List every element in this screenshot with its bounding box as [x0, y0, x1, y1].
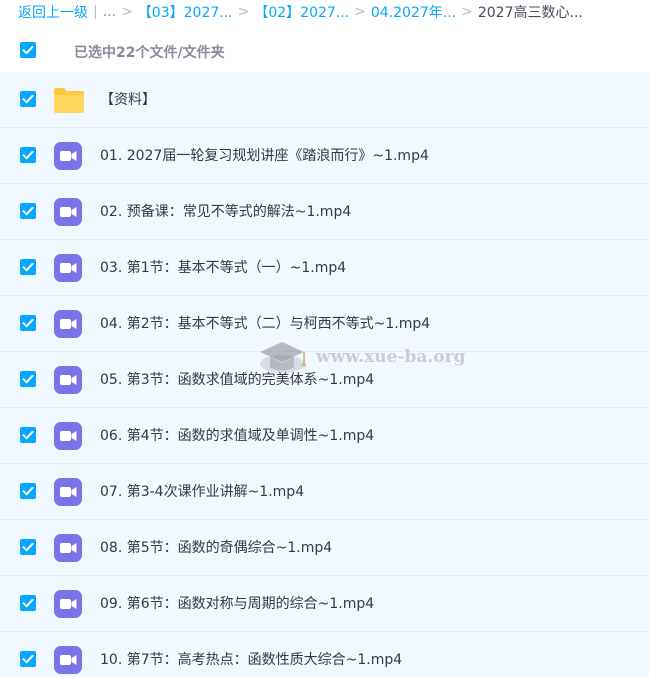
- video-file-icon: [53, 421, 83, 455]
- video-file-icon: [53, 253, 83, 287]
- row-checkbox[interactable]: [20, 539, 36, 555]
- video-file-icon: [53, 533, 83, 567]
- breadcrumb-item[interactable]: 【03】2027...: [138, 2, 233, 22]
- row-checkbox[interactable]: [20, 483, 36, 499]
- video-file-icon: [54, 422, 82, 450]
- file-name[interactable]: 03. 第1节：基本不等式（一）~1.mp4: [100, 257, 346, 277]
- file-row[interactable]: 01. 2027届一轮复习规划讲座《踏浪而行》~1.mp4: [0, 128, 649, 184]
- file-name[interactable]: 01. 2027届一轮复习规划讲座《踏浪而行》~1.mp4: [100, 145, 429, 165]
- video-file-icon: [53, 477, 83, 511]
- breadcrumb-item[interactable]: 【02】2027...: [254, 2, 349, 22]
- checkbox-checked-icon: [22, 45, 34, 55]
- video-file-icon: [53, 645, 83, 677]
- breadcrumb-current: 2027高三数心...: [477, 5, 583, 21]
- row-checkbox[interactable]: [20, 259, 36, 275]
- checkbox-checked-icon: [22, 318, 34, 328]
- file-name[interactable]: 10. 第7节：高考热点：函数性质大综合~1.mp4: [100, 649, 402, 669]
- video-file-icon: [54, 142, 82, 170]
- selection-count-label: 已选中22个文件/文件夹: [74, 45, 225, 61]
- file-name[interactable]: 04. 第2节：基本不等式（二）与柯西不等式~1.mp4: [100, 313, 430, 333]
- file-row[interactable]: 08. 第5节：函数的奇偶综合~1.mp4: [0, 520, 649, 576]
- video-file-icon: [53, 365, 83, 399]
- select-all-checkbox[interactable]: [20, 42, 36, 58]
- file-name[interactable]: 【资料】: [100, 89, 156, 109]
- file-name[interactable]: 06. 第4节：函数的求值域及单调性~1.mp4: [100, 425, 374, 445]
- video-file-icon: [54, 478, 82, 506]
- folder-row[interactable]: 【资料】: [0, 72, 649, 128]
- file-row[interactable]: 04. 第2节：基本不等式（二）与柯西不等式~1.mp4: [0, 296, 649, 352]
- row-checkbox[interactable]: [20, 651, 36, 667]
- file-name[interactable]: 05. 第3节：函数求值域的完美体系~1.mp4: [100, 369, 374, 389]
- checkbox-checked-icon: [22, 486, 34, 496]
- checkbox-checked-icon: [22, 654, 34, 664]
- checkbox-checked-icon: [22, 94, 34, 104]
- row-checkbox[interactable]: [20, 371, 36, 387]
- file-row[interactable]: 02. 预备课：常见不等式的解法~1.mp4: [0, 184, 649, 240]
- file-row[interactable]: 03. 第1节：基本不等式（一）~1.mp4: [0, 240, 649, 296]
- video-file-icon: [54, 590, 82, 618]
- file-row[interactable]: 07. 第3-4次课作业讲解~1.mp4: [0, 464, 649, 520]
- file-manager-page: 返回上一级 | ... > 【03】2027... > 【02】2027... …: [0, 0, 649, 677]
- video-file-icon: [54, 198, 82, 226]
- video-file-icon: [53, 141, 83, 175]
- file-row[interactable]: 10. 第7节：高考热点：函数性质大综合~1.mp4: [0, 632, 649, 677]
- row-checkbox[interactable]: [20, 91, 36, 107]
- selection-bar: 已选中22个文件/文件夹: [0, 30, 649, 72]
- video-file-icon: [54, 254, 82, 282]
- file-name[interactable]: 02. 预备课：常见不等式的解法~1.mp4: [100, 201, 351, 221]
- row-checkbox[interactable]: [20, 427, 36, 443]
- checkbox-checked-icon: [22, 598, 34, 608]
- checkbox-checked-icon: [22, 374, 34, 384]
- breadcrumb-chevron-icon: >: [121, 4, 133, 20]
- folder-icon: [54, 88, 84, 113]
- file-row[interactable]: 06. 第4节：函数的求值域及单调性~1.mp4: [0, 408, 649, 464]
- breadcrumb-chevron-icon: >: [237, 4, 250, 20]
- file-name[interactable]: 08. 第5节：函数的奇偶综合~1.mp4: [100, 537, 332, 557]
- video-file-icon: [54, 310, 82, 338]
- video-file-icon: [54, 366, 82, 394]
- file-list: 【资料】 01. 2027届一轮复习规划讲座《踏浪而行》~1.mp4 02. 预备课…: [0, 72, 649, 677]
- file-row[interactable]: 05. 第3节：函数求值域的完美体系~1.mp4: [0, 352, 649, 408]
- file-row[interactable]: 09. 第6节：函数对称与周期的综合~1.mp4: [0, 576, 649, 632]
- breadcrumb-ellipsis[interactable]: ...: [103, 4, 116, 20]
- video-file-icon: [53, 309, 83, 343]
- folder-icon: [53, 85, 85, 119]
- checkbox-checked-icon: [22, 542, 34, 552]
- breadcrumb-chevron-icon: >: [461, 4, 473, 20]
- file-name[interactable]: 09. 第6节：函数对称与周期的综合~1.mp4: [100, 593, 374, 613]
- breadcrumb-item[interactable]: 04.2027年...: [371, 2, 456, 22]
- row-checkbox[interactable]: [20, 595, 36, 611]
- checkbox-checked-icon: [22, 206, 34, 216]
- checkbox-checked-icon: [22, 430, 34, 440]
- checkbox-checked-icon: [22, 150, 34, 160]
- row-checkbox[interactable]: [20, 203, 36, 219]
- video-file-icon: [53, 197, 83, 231]
- video-file-icon: [54, 534, 82, 562]
- row-checkbox[interactable]: [20, 315, 36, 331]
- file-name[interactable]: 07. 第3-4次课作业讲解~1.mp4: [100, 481, 304, 501]
- row-checkbox[interactable]: [20, 147, 36, 163]
- breadcrumb-chevron-icon: >: [354, 4, 366, 20]
- checkbox-checked-icon: [22, 262, 34, 272]
- video-file-icon: [54, 646, 82, 674]
- video-file-icon: [53, 589, 83, 623]
- breadcrumb-divider: |: [93, 4, 98, 20]
- back-link[interactable]: 返回上一级: [18, 2, 88, 22]
- breadcrumb: 返回上一级 | ... > 【03】2027... > 【02】2027... …: [18, 0, 583, 24]
